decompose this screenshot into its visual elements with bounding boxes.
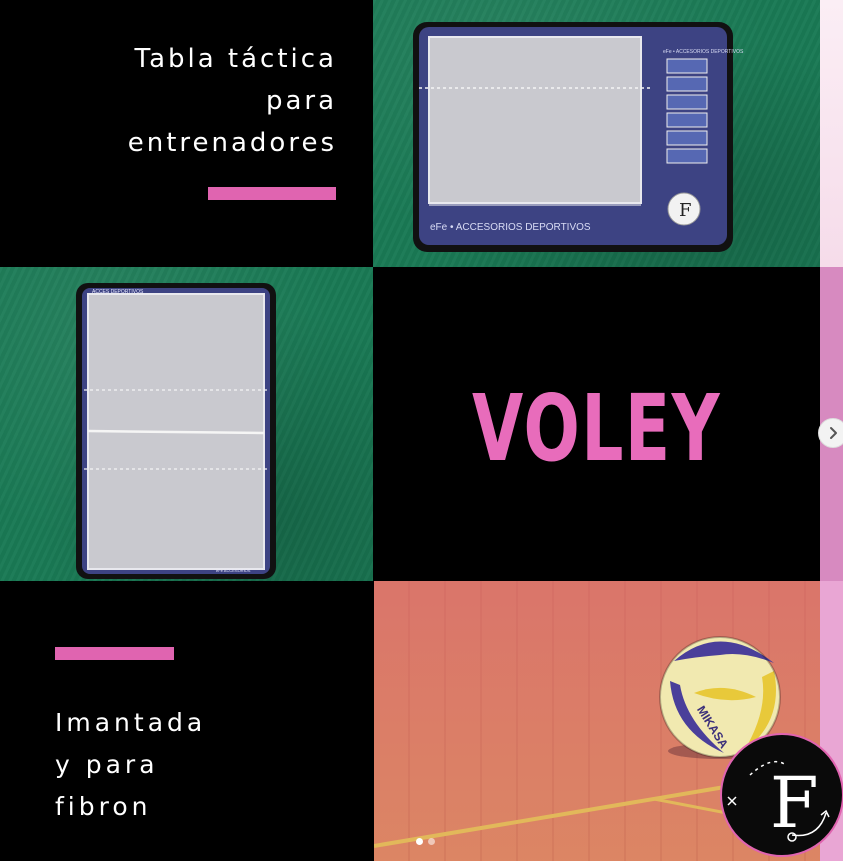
next-slide-peek bbox=[820, 0, 843, 267]
title-line-1: Tabla táctica bbox=[134, 44, 337, 74]
features-line-1: Imantada bbox=[55, 708, 207, 737]
chevron-right-icon bbox=[830, 427, 837, 439]
board-logo-letter: F bbox=[679, 200, 692, 221]
sport-panel: VOLEY bbox=[373, 267, 820, 581]
horizontal-board: F eFe • ACCESORIOS DEPORTIVOS eFe • ACCE… bbox=[413, 22, 744, 252]
sport-title: VOLEY bbox=[471, 375, 722, 482]
carousel-dot-1[interactable] bbox=[416, 838, 423, 845]
title-text: Tabla táctica para entrenadores bbox=[128, 38, 337, 164]
title-line-3: entrenadores bbox=[127, 128, 337, 158]
brand-logo-letter: F bbox=[770, 762, 819, 844]
horizontal-board-photo: F eFe • ACCESORIOS DEPORTIVOS eFe • ACCE… bbox=[373, 0, 820, 267]
vertical-board-photo: ACCES DEPORTIVOS eFe ACCESORIOS bbox=[0, 267, 373, 581]
vertical-board: ACCES DEPORTIVOS eFe ACCESORIOS bbox=[76, 283, 276, 579]
board-corner-brand: eFe • ACCESORIOS DEPORTIVOS bbox=[663, 49, 744, 55]
accent-bar-top bbox=[208, 187, 336, 200]
board-brand-text: eFe • ACCESORIOS DEPORTIVOS bbox=[430, 222, 591, 233]
brand-logo: F bbox=[720, 733, 843, 857]
vertical-board-top-brand: ACCES DEPORTIVOS bbox=[92, 289, 144, 295]
features-line-3: fibron bbox=[55, 792, 152, 821]
accent-bar-bottom bbox=[55, 647, 174, 660]
title-panel: Tabla táctica para entrenadores bbox=[0, 0, 373, 267]
carousel-dots bbox=[416, 838, 435, 845]
features-line-2: y para bbox=[55, 750, 159, 779]
carousel-next-button[interactable] bbox=[818, 418, 843, 448]
title-line-2: para bbox=[265, 86, 337, 116]
carousel-dot-2[interactable] bbox=[428, 838, 435, 845]
features-text: Imantada y para fibron bbox=[55, 702, 206, 828]
vertical-board-bottom-brand: eFe ACCESORIOS bbox=[216, 568, 251, 573]
